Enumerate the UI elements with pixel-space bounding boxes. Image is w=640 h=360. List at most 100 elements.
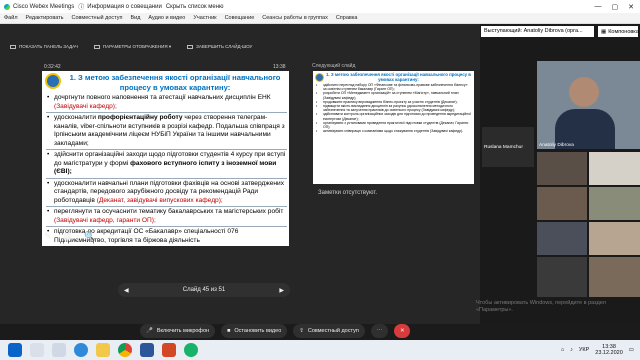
video-label: Остановить видео xyxy=(234,328,282,334)
meeting-info-label: Информация о совещании xyxy=(87,3,162,10)
layout-button[interactable]: ▦ Компоновка xyxy=(598,26,639,37)
next-slide-button[interactable]: ▶ xyxy=(279,287,284,294)
explorer-icon[interactable] xyxy=(96,343,110,357)
participant-video[interactable] xyxy=(589,152,640,185)
presenter-toolbar: ПОКАЗАТЬ ПАНЕЛЬ ЗАДАЧ ПАРАМЕТРЫ ОТОБРАЖЕ… xyxy=(10,42,300,51)
speaker-silhouette xyxy=(569,77,599,107)
microphone-icon: 🎤 xyxy=(146,328,153,334)
taskbar-clock[interactable]: 13:38 23.12.2020 xyxy=(595,344,623,356)
participant-video[interactable] xyxy=(537,257,587,297)
display-options-label: ПАРАМЕТРЫ ОТОБРАЖЕНИЯ ▾ xyxy=(102,43,172,49)
edge-icon[interactable] xyxy=(74,343,88,357)
participant-video[interactable] xyxy=(537,187,587,220)
next-slide-bullet: розробити ОП «Менеджмент організацій» за… xyxy=(315,91,472,99)
task-view-icon[interactable] xyxy=(52,343,66,357)
menu-audio-video[interactable]: Аудио и видео xyxy=(148,15,185,21)
search-icon[interactable] xyxy=(30,343,44,357)
bullet-text: переглянути та осучаснити тематику бакал… xyxy=(54,208,284,215)
participant-video[interactable]: Ruslana Mamchur xyxy=(482,127,534,167)
meeting-info-button[interactable]: ⓘ Информация о совещании xyxy=(78,2,162,12)
display-icon xyxy=(93,44,100,49)
active-speaker-label: Выступающий: Anatoliy Dibrova (орга... xyxy=(481,26,594,37)
end-slideshow-label: ЗАВЕРШИТЬ СЛАЙД-ШОУ xyxy=(196,44,253,49)
subtitles-icon[interactable]: ▭ xyxy=(127,231,136,242)
leave-meeting-button[interactable]: ✕ xyxy=(394,324,411,338)
zoom-icon[interactable]: 🔍 xyxy=(84,231,95,242)
menu-help[interactable]: Справка xyxy=(336,15,358,21)
slide-grid-icon[interactable]: ▦ xyxy=(64,231,73,242)
participant-video[interactable] xyxy=(589,222,640,255)
grid-icon: ▦ xyxy=(601,28,607,35)
menu-share[interactable]: Совместный доступ xyxy=(72,15,123,21)
slide-bullet: удосконалити навчальні плани підготовки … xyxy=(46,180,287,206)
pen-icon[interactable]: ✎ xyxy=(44,231,52,242)
chrome-icon[interactable] xyxy=(118,343,132,357)
menu-meeting[interactable]: Совещание xyxy=(225,15,255,21)
show-taskbar-label: ПОКАЗАТЬ ПАНЕЛЬ ЗАДАЧ xyxy=(19,44,78,49)
speaker-notes: Заметки отсутствуют. xyxy=(318,190,378,196)
menubar: Файл Редактировать Совместный доступ Вид… xyxy=(0,13,640,24)
network-icon[interactable]: ⌂ xyxy=(561,347,564,353)
webex-icon[interactable] xyxy=(184,343,198,357)
menu-edit[interactable]: Редактировать xyxy=(26,15,64,21)
slide-body: дочргнути повного наповнення та атестаці… xyxy=(46,94,287,245)
powerpoint-icon[interactable] xyxy=(162,343,176,357)
next-slide-bullet: активізувати співпрацю з компаніями щодо… xyxy=(315,129,472,133)
participant-video[interactable] xyxy=(589,257,640,297)
current-slide: 1. З метою забезпечення якості організац… xyxy=(42,71,289,246)
video-name: Anatoliy Dibrova xyxy=(539,143,574,148)
hide-menu-label: Скрыть список меню xyxy=(165,3,224,10)
more-button[interactable]: ⋯ xyxy=(370,324,389,338)
video-name: Ruslana Mamchur xyxy=(484,145,523,150)
next-slide-bullet: підвищити якість викладання дисциплін за… xyxy=(315,104,472,112)
next-slide-preview[interactable]: 1. З метою забезпечення якості організац… xyxy=(313,71,474,184)
menu-breakout[interactable]: Сеансы работы в группах xyxy=(262,15,328,21)
end-slideshow-button[interactable]: ЗАВЕРШИТЬ СЛАЙД-ШОУ xyxy=(187,44,252,49)
info-icon: ⓘ xyxy=(78,5,85,11)
pointer-icon[interactable]: ➚ xyxy=(107,231,115,242)
notifications-icon[interactable]: ▭ xyxy=(629,347,634,353)
close-window-button[interactable]: ✕ xyxy=(628,3,634,11)
presenter-clock: 13:38 xyxy=(273,64,286,70)
share-button[interactable]: ⇪ Совместный доступ xyxy=(293,324,365,338)
participant-video[interactable] xyxy=(537,152,587,185)
hide-menu-button[interactable]: Скрыть список меню xyxy=(166,4,224,10)
word-icon[interactable] xyxy=(140,343,154,357)
next-slide-body: здійснити перегляд набору ОП «Фінансове … xyxy=(315,83,472,134)
start-icon[interactable] xyxy=(8,343,22,357)
system-tray: ⌂ ♪ УКР 13:38 23.12.2020 ▭ xyxy=(561,344,640,356)
display-options-button[interactable]: ПАРАМЕТРЫ ОТОБРАЖЕНИЯ ▾ xyxy=(93,43,172,50)
more-options-icon[interactable]: ⋯ xyxy=(147,231,156,242)
minimize-button[interactable]: — xyxy=(595,3,602,11)
presentation-timer: 0:32:42 xyxy=(44,64,61,70)
next-slide-heading: 1. З метою забезпечення якості організац… xyxy=(325,72,471,82)
app-title: Cisco Webex Meetings xyxy=(4,3,74,10)
windows-activation-notice: Чтобы активировать Windows, перейдите в … xyxy=(476,300,606,313)
slide-bullet: переглянути та осучаснити тематику бакал… xyxy=(46,208,287,225)
menu-file[interactable]: Файл xyxy=(4,15,18,21)
participant-video[interactable] xyxy=(589,187,640,220)
prev-slide-button[interactable]: ◀ xyxy=(124,287,129,294)
bullet-responsible: (Деканат, завідувачі випускових кафедр); xyxy=(96,196,223,204)
app-titlebar: Cisco Webex Meetings ⓘ Информация о сове… xyxy=(0,0,640,13)
mute-button[interactable]: 🎤 Включить микрофон xyxy=(140,324,216,338)
bullet-emphasis: профорієнтаційну роботу xyxy=(97,114,183,121)
show-taskbar-button[interactable]: ПОКАЗАТЬ ПАНЕЛЬ ЗАДАЧ xyxy=(10,44,78,49)
slide-bullet: удосконалити профорієнтаційну роботу чер… xyxy=(46,114,287,148)
language-indicator[interactable]: УКР xyxy=(579,347,589,353)
active-speaker-video[interactable]: Anatoliy Dibrova xyxy=(537,61,640,149)
volume-icon[interactable]: ♪ xyxy=(570,347,573,353)
clock-date: 23.12.2020 xyxy=(595,350,623,356)
menu-view[interactable]: Вид xyxy=(130,15,140,21)
maximize-button[interactable]: ▢ xyxy=(612,3,619,11)
university-logo-icon xyxy=(45,73,61,89)
participant-video[interactable] xyxy=(537,222,587,255)
stop-video-button[interactable]: ■ Остановить видео xyxy=(221,324,288,338)
camera-icon: ■ xyxy=(227,328,231,334)
webex-logo-icon xyxy=(4,3,10,10)
mute-label: Включить микрофон xyxy=(156,328,210,334)
end-show-icon xyxy=(187,44,194,49)
next-slide-label: Следующий слайд xyxy=(312,63,356,69)
menu-participant[interactable]: Участник xyxy=(193,15,216,21)
taskbar-icon xyxy=(10,44,16,49)
